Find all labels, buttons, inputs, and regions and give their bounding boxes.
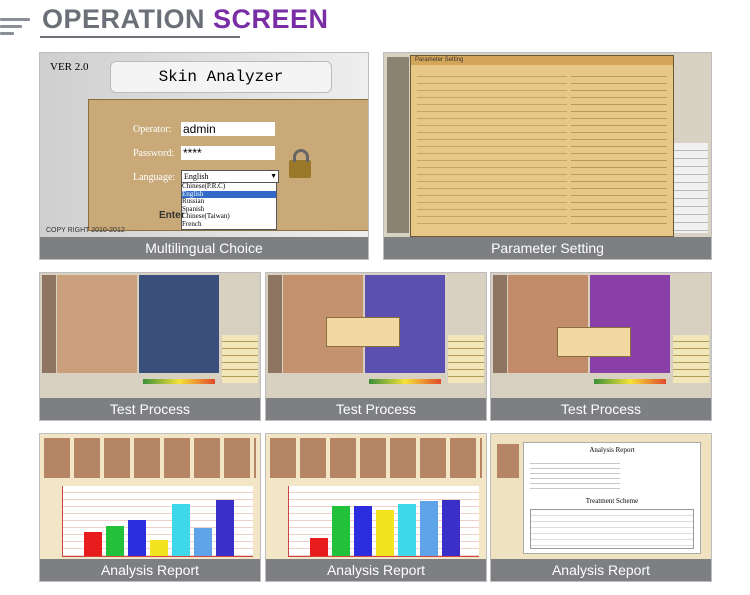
chart-bar <box>376 510 394 556</box>
caption-report-1: Analysis Report <box>40 559 260 581</box>
dialog-titlebar: Parameter Setting <box>411 56 673 65</box>
thumbnail-strip <box>42 275 56 373</box>
caption-report-3: Analysis Report <box>491 559 711 581</box>
title-part-1: OPERATION <box>42 4 206 34</box>
app-title-banner: Skin Analyzer <box>110 61 332 93</box>
bar-chart <box>310 498 460 556</box>
chart-bar <box>398 504 416 556</box>
slider-rows <box>417 70 567 225</box>
side-menu <box>673 335 709 383</box>
caption-multilingual: Multilingual Choice <box>40 237 368 259</box>
enter-button[interactable]: Enter <box>159 210 185 221</box>
chart-bar <box>150 540 168 556</box>
chevron-down-icon[interactable]: ▼ <box>270 171 277 182</box>
chart-bar <box>194 528 212 556</box>
lock-icon <box>289 149 311 178</box>
title-part-2: SCREEN <box>213 4 329 34</box>
side-menu <box>448 335 484 383</box>
face-image-left <box>508 275 588 373</box>
panel-report-2: Analysis Report <box>265 433 487 582</box>
face-thumbnails <box>44 438 256 478</box>
face-image-left <box>57 275 137 373</box>
operator-input[interactable]: admin <box>181 122 275 136</box>
bar-chart <box>84 498 234 556</box>
chart-bar <box>420 501 438 556</box>
face-thumbnails <box>270 438 482 478</box>
report-sheet: Analysis Report Treatment Scheme <box>523 442 701 554</box>
chart-bar <box>442 500 460 556</box>
panel-report-1: Analysis Report <box>39 433 261 582</box>
app-title: Skin Analyzer <box>158 68 284 86</box>
description-rows <box>571 70 667 225</box>
caption-test-2: Test Process <box>266 398 486 420</box>
chart-bar <box>216 500 234 556</box>
header-decoration <box>0 18 30 39</box>
sensitive-dialog <box>557 327 631 357</box>
treatment-scheme-title: Treatment Scheme <box>585 497 639 505</box>
color-scale <box>369 379 441 384</box>
password-input[interactable]: **** <box>181 146 275 160</box>
report-values <box>530 459 620 489</box>
panel-test-3: Test Process <box>490 272 712 421</box>
panel-test-1: Test Process <box>39 272 261 421</box>
title-underline <box>40 36 240 38</box>
version-label: VER 2.0 <box>50 61 89 73</box>
chart-bar <box>172 504 190 556</box>
language-option[interactable]: French <box>182 220 276 229</box>
password-label: Password: <box>133 148 175 159</box>
thumbnail-strip <box>493 275 507 373</box>
face-image-right <box>590 275 670 373</box>
panel-multilingual: VER 2.0 Skin Analyzer Operator: admin Pa… <box>39 52 369 260</box>
panel-test-2: Test Process <box>265 272 487 421</box>
chart-bar <box>84 532 102 556</box>
thumbnail-strip <box>387 57 409 233</box>
login-box: Operator: admin Password: **** Language:… <box>88 99 368 231</box>
page-title: OPERATION SCREEN <box>42 4 329 35</box>
chart-bar <box>332 506 350 556</box>
color-scale <box>143 379 215 384</box>
caption-test-1: Test Process <box>40 398 260 420</box>
copyright-text: COPY RIGHT 2010-2012 <box>46 227 125 234</box>
color-scale <box>594 379 666 384</box>
panel-parameter: Parameter Setting Parameter Setting <box>383 52 712 260</box>
operator-label: Operator: <box>133 124 172 135</box>
chart-bar <box>128 520 146 556</box>
caption-parameter: Parameter Setting <box>384 237 711 259</box>
panel-report-3: Analysis Report Treatment Scheme Analysi… <box>490 433 712 582</box>
chart-bar <box>354 506 372 556</box>
thumbnail-strip <box>268 275 282 373</box>
parameter-dialog: Parameter Setting <box>410 55 674 237</box>
caption-test-3: Test Process <box>491 398 711 420</box>
language-options-list: Chinese(P.R.C) English Russian Spanish C… <box>181 182 277 230</box>
caption-report-2: Analysis Report <box>266 559 486 581</box>
chart-bar <box>310 538 328 556</box>
language-label: Language: <box>133 172 176 183</box>
face-photo <box>497 444 519 478</box>
report-title: Analysis Report <box>589 446 635 454</box>
side-menu <box>222 335 258 383</box>
face-image-right <box>139 275 219 373</box>
chart-bar <box>106 526 124 556</box>
side-menu <box>674 143 708 233</box>
language-selected: English <box>184 172 209 181</box>
sensitive-dialog <box>326 317 400 347</box>
treatment-table <box>530 509 694 549</box>
